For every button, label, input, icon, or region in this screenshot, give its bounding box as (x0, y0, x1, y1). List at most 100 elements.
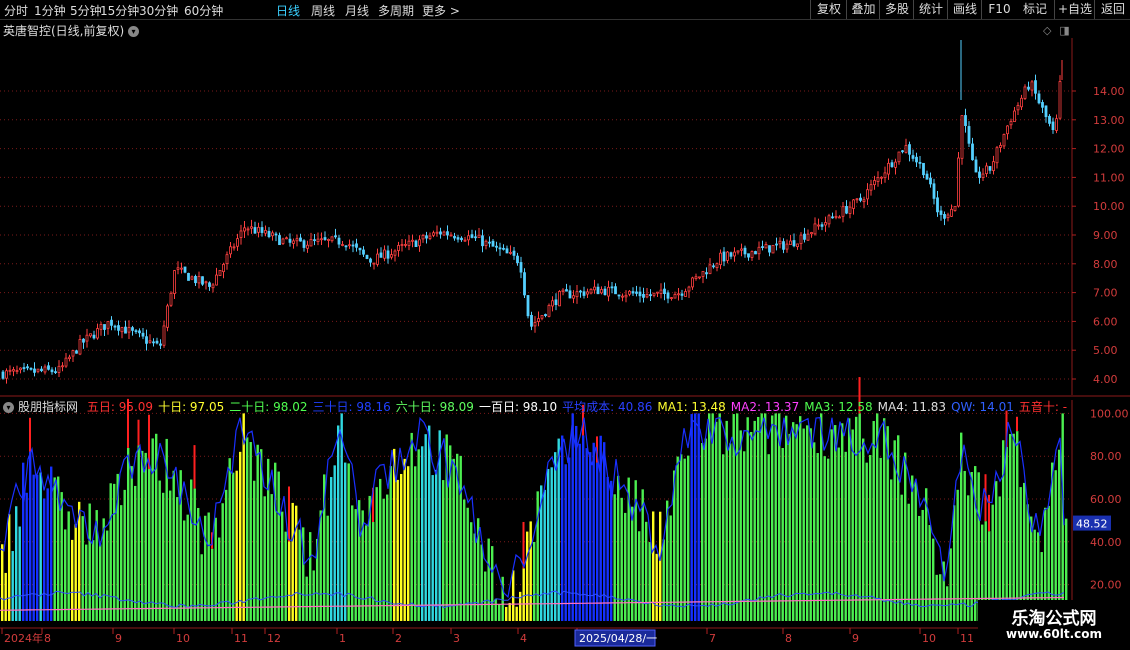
indicator-bar (53, 477, 56, 621)
candle-body (330, 236, 334, 242)
indicator-bar (312, 570, 315, 621)
candle-body (57, 365, 61, 373)
indicator-bar (505, 606, 508, 621)
indicator-value-12: 五音十: - (1018, 400, 1068, 414)
candle-body (285, 237, 288, 240)
candle-body (635, 291, 638, 294)
candle-body (397, 245, 400, 251)
indicator-bar (22, 462, 25, 621)
x-axis-label: 12 (267, 632, 281, 645)
indicator-bar (190, 479, 193, 621)
candle-body (582, 291, 586, 296)
indicator-bar (309, 532, 312, 621)
indicator-value-4: 六十日: 98.09 (395, 400, 474, 414)
indicator-value-8: MA2: 13.37 (730, 400, 800, 414)
indicator-bar (498, 604, 501, 621)
candle-body (820, 224, 824, 227)
indicator-bar (46, 488, 49, 621)
x-axis-label: 4 (520, 632, 527, 645)
candle-body (670, 297, 673, 299)
indicator-bar (491, 546, 494, 621)
candle-body (568, 290, 572, 299)
indicator-bar (25, 492, 28, 621)
indicator-bar (347, 463, 350, 621)
indicator-bar (718, 413, 721, 621)
candle-body (264, 230, 267, 234)
indicator-value-11: QW: 14.01 (951, 400, 1014, 414)
candle-body (638, 291, 642, 297)
candle-body (995, 147, 999, 164)
indicator-bar (351, 505, 354, 621)
indicator-bar (949, 548, 952, 621)
candle-body (260, 227, 264, 233)
candle-body (229, 246, 232, 255)
candle-body (943, 214, 946, 219)
indicator-bar (676, 456, 679, 621)
candle-body (631, 291, 635, 294)
indicator-bar (8, 514, 11, 621)
indicator-bar (613, 494, 616, 621)
indicator-bar (879, 457, 882, 621)
indicator-bar (564, 464, 567, 621)
candle-body (715, 263, 719, 268)
candle-body (250, 226, 253, 229)
candle-body (19, 367, 22, 371)
indicator-bar (169, 490, 172, 621)
candle-body (964, 115, 967, 126)
indicator-bar (830, 429, 833, 621)
candle-body (162, 325, 166, 346)
candle-body (138, 330, 141, 334)
candle-body (89, 333, 92, 337)
indicator-bar (522, 568, 525, 621)
indicator-bar (704, 438, 707, 621)
candle-body (691, 277, 694, 288)
indicator-bar (753, 420, 756, 621)
candle-body (246, 228, 250, 231)
candle-body (722, 251, 726, 262)
candle-body (446, 231, 449, 236)
indicator-bar (64, 529, 67, 621)
candle-body (484, 240, 488, 246)
candle-body (292, 240, 295, 244)
indicator-y-tick-label: 100.00 (1090, 407, 1129, 420)
candle-body (481, 235, 484, 247)
candle-body (530, 314, 533, 327)
indicator-bar (407, 466, 410, 621)
candle-body (1027, 86, 1030, 90)
candle-body (971, 143, 974, 161)
indicator-bar (529, 521, 532, 621)
indicator-bar (158, 480, 161, 621)
candle-body (869, 184, 873, 191)
indicator-bar (137, 445, 140, 621)
candle-body (659, 289, 663, 294)
indicator-bar (795, 424, 798, 621)
indicator-bar (288, 541, 291, 621)
candle-body (880, 176, 883, 179)
candle-body (134, 330, 138, 333)
candle-body (225, 254, 229, 265)
indicator-bar (15, 506, 18, 621)
candle-body (761, 246, 764, 248)
candle-body (862, 199, 866, 202)
indicator-bar (760, 413, 763, 621)
candle-body (1048, 115, 1051, 124)
candle-body (817, 224, 820, 227)
candle-body (852, 199, 855, 209)
candle-body (904, 145, 908, 153)
indicator-value-6: 平均成本: 40.86 (562, 400, 653, 414)
indicator-bar (858, 413, 861, 621)
candle-body (61, 365, 64, 368)
candle-body (232, 246, 236, 249)
indicator-bar (200, 554, 203, 621)
candle-body (656, 291, 659, 294)
candle-body (355, 243, 358, 248)
candle-body (393, 250, 397, 256)
chevron-down-icon[interactable]: ▾ (3, 402, 14, 413)
candle-body (474, 236, 477, 239)
indicator-bar (736, 413, 739, 621)
candle-body (621, 295, 624, 298)
x-axis-label: 11 (234, 632, 248, 645)
x-axis-label: 1 (339, 632, 346, 645)
indicator-bar (382, 498, 385, 621)
indicator-bar (750, 431, 753, 621)
